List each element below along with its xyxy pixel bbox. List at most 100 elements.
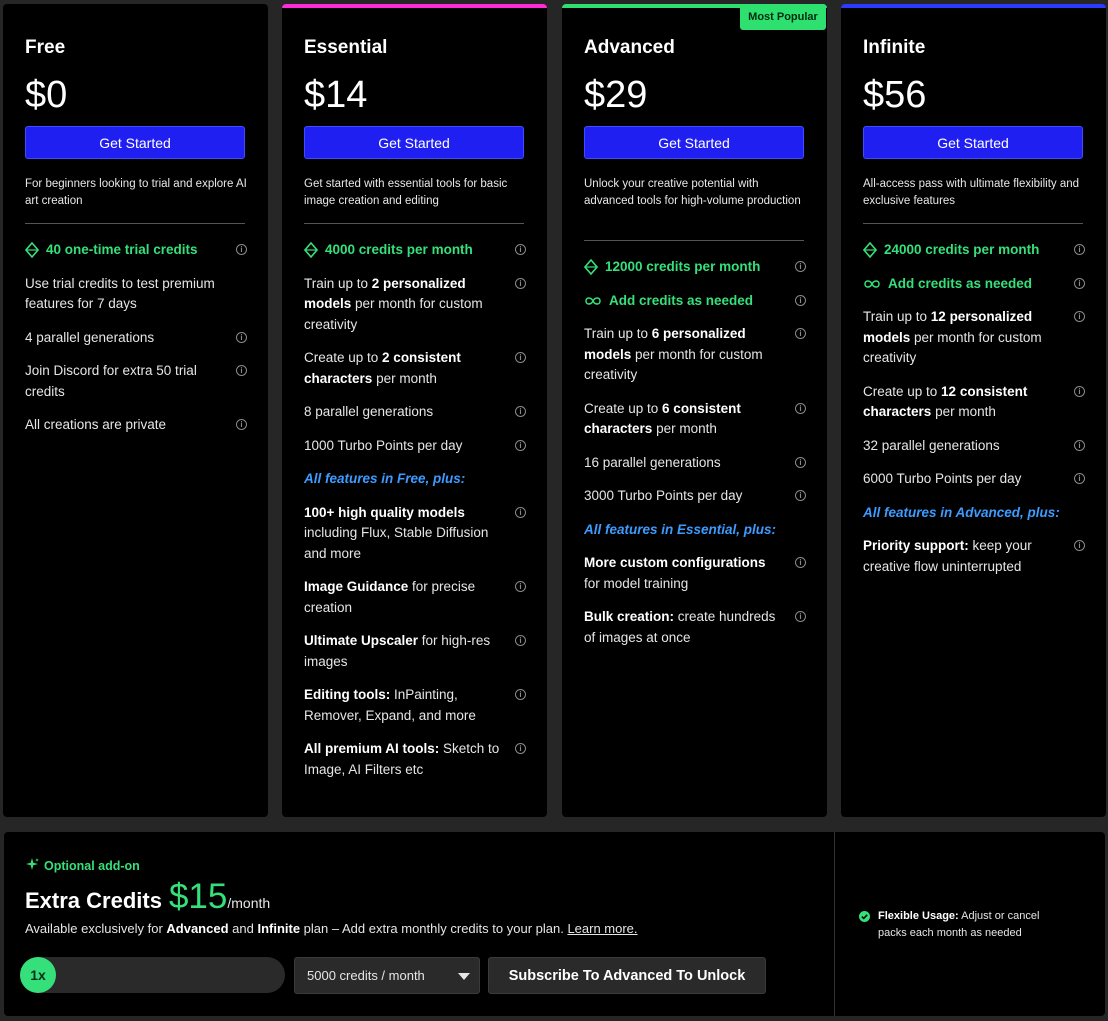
add-credits-feature: Add credits as needed i bbox=[863, 274, 1085, 295]
info-icon[interactable]: i bbox=[1074, 540, 1085, 551]
info-icon[interactable]: i bbox=[515, 506, 526, 518]
feature-text: 16 parallel generations bbox=[584, 454, 721, 470]
feature-item: More custom configurations for model tra… bbox=[584, 553, 806, 594]
info-icon[interactable]: i bbox=[515, 743, 526, 754]
credit-multiplier-slider[interactable]: 1x bbox=[20, 957, 285, 993]
info-icon[interactable]: i bbox=[236, 419, 247, 430]
info-icon[interactable]: i bbox=[1074, 385, 1085, 397]
plan-price: $14 bbox=[304, 74, 368, 116]
most-popular-badge: Most Popular bbox=[740, 4, 826, 30]
plan-description: For beginners looking to trial and explo… bbox=[25, 178, 247, 207]
info-icon[interactable]: i bbox=[236, 244, 247, 255]
feature-item: Train up to 2 personalized models per mo… bbox=[304, 274, 526, 336]
feature-text: per month bbox=[931, 404, 996, 419]
info-icon[interactable]: i bbox=[1074, 473, 1085, 484]
check-circle-icon bbox=[859, 911, 870, 942]
feature-item: 1000 Turbo Points per day i bbox=[304, 436, 526, 457]
note-bold: Flexible Usage: bbox=[878, 910, 959, 922]
info-icon[interactable]: i bbox=[515, 406, 526, 417]
feature-highlight: Bulk creation: bbox=[584, 609, 675, 624]
info-icon[interactable]: i bbox=[515, 244, 526, 255]
feature-list: 4000 credits per month i Train up to 2 p… bbox=[304, 240, 526, 793]
feature-item: 32 parallel generations i bbox=[863, 436, 1085, 457]
credits-feature: 24000 credits per month i bbox=[863, 240, 1085, 261]
feature-text: All creations are private bbox=[25, 417, 167, 432]
plan-price: $0 bbox=[25, 74, 68, 116]
feature-highlight: More custom configurations bbox=[584, 555, 766, 570]
accent-bar bbox=[282, 4, 547, 8]
extra-credits-heading: Extra Credits $15 /month bbox=[25, 877, 270, 917]
feature-item: 100+ high quality models including Flux,… bbox=[304, 503, 526, 565]
plan-card-essential: Essential $14 Get Started Get started wi… bbox=[282, 4, 547, 817]
flexible-usage-text: Flexible Usage: Adjust or cancel packs e… bbox=[878, 908, 1069, 942]
credits-feature: 4000 credits per month i bbox=[304, 240, 526, 261]
info-icon[interactable]: i bbox=[236, 365, 247, 376]
diamond-icon bbox=[25, 242, 39, 259]
learn-more-link[interactable]: Learn more. bbox=[567, 921, 637, 936]
credits-feature: 40 one-time trial credits i bbox=[25, 240, 247, 261]
feature-text: Create up to bbox=[863, 383, 942, 399]
feature-text: 8 parallel generations bbox=[304, 404, 434, 419]
info-icon[interactable]: i bbox=[795, 261, 806, 272]
feature-item: Create up to 2 consistent characters per… bbox=[304, 348, 526, 389]
feature-item: 6000 Turbo Points per day i bbox=[863, 469, 1085, 490]
feature-text: 3000 Turbo Points per day bbox=[584, 488, 743, 503]
feature-item: 4 parallel generations i bbox=[25, 328, 247, 349]
info-icon[interactable]: i bbox=[795, 557, 806, 568]
section-heading: All features in Advanced, plus: bbox=[863, 504, 1060, 520]
info-icon[interactable]: i bbox=[795, 402, 806, 414]
info-icon[interactable]: i bbox=[515, 689, 526, 700]
get-started-button[interactable]: Get Started bbox=[863, 126, 1083, 159]
feature-text: Create up to bbox=[304, 350, 383, 365]
info-icon[interactable]: i bbox=[515, 581, 526, 592]
feature-item: All premium AI tools: Sketch to Image, A… bbox=[304, 739, 526, 780]
info-icon[interactable]: i bbox=[236, 331, 247, 343]
feature-item: 3000 Turbo Points per day i bbox=[584, 486, 806, 507]
add-credits-label: Add credits as needed bbox=[609, 292, 754, 308]
divider bbox=[863, 223, 1083, 224]
get-started-button[interactable]: Get Started bbox=[584, 126, 804, 159]
slider-handle[interactable]: 1x bbox=[20, 957, 56, 993]
info-icon[interactable]: i bbox=[1074, 311, 1085, 322]
get-started-button[interactable]: Get Started bbox=[25, 126, 245, 159]
desc-text: plan – Add extra monthly credits to your… bbox=[300, 921, 568, 936]
feature-text: Create up to bbox=[584, 400, 663, 416]
infinity-icon bbox=[863, 279, 881, 289]
info-icon[interactable]: i bbox=[795, 611, 806, 622]
plan-price: $56 bbox=[863, 74, 927, 116]
info-icon[interactable]: i bbox=[1074, 277, 1085, 289]
feature-item: 16 parallel generations i bbox=[584, 453, 806, 474]
feature-item: Ultimate Upscaler for high-res images i bbox=[304, 631, 526, 672]
info-icon[interactable]: i bbox=[1074, 244, 1085, 255]
info-icon[interactable]: i bbox=[795, 490, 806, 501]
accent-bar bbox=[841, 4, 1106, 8]
optional-addon-text: Optional add-on bbox=[44, 859, 140, 873]
flexible-usage-note: Flexible Usage: Adjust or cancel packs e… bbox=[859, 908, 1069, 942]
feature-text: including Flux, Stable Diffusion and mor… bbox=[304, 525, 489, 561]
feature-item: Bulk creation: create hundreds of images… bbox=[584, 607, 806, 648]
plan-description: Get started with essential tools for bas… bbox=[304, 178, 508, 207]
plan-card-infinite: Infinite $56 Get Started All-access pass… bbox=[841, 4, 1106, 817]
info-icon[interactable]: i bbox=[515, 635, 526, 646]
info-icon[interactable]: i bbox=[795, 328, 806, 339]
feature-item: Train up to 12 personalized models per m… bbox=[863, 307, 1085, 369]
feature-text: for model training bbox=[584, 575, 689, 591]
subscribe-button[interactable]: Subscribe To Advanced To Unlock bbox=[488, 957, 766, 994]
info-icon[interactable]: i bbox=[795, 456, 806, 468]
add-credits-feature: Add credits as needed i bbox=[584, 291, 806, 312]
addon-panel: Optional add-on Extra Credits $15 /month… bbox=[4, 832, 1105, 1016]
credits-pack-select[interactable]: 5000 credits / month bbox=[294, 957, 480, 994]
feature-text: Train up to bbox=[863, 309, 931, 324]
section-heading: All features in Essential, plus: bbox=[584, 521, 777, 537]
feature-item: Create up to 12 consistent characters pe… bbox=[863, 382, 1085, 423]
plan-description: Unlock your creative potential with adva… bbox=[584, 178, 801, 207]
info-icon[interactable]: i bbox=[795, 294, 806, 306]
get-started-button[interactable]: Get Started bbox=[304, 126, 524, 159]
plan-name: Free bbox=[25, 37, 66, 58]
feature-text: Train up to bbox=[304, 275, 372, 291]
diamond-icon bbox=[584, 259, 598, 276]
info-icon[interactable]: i bbox=[515, 277, 526, 289]
info-icon[interactable]: i bbox=[1074, 439, 1085, 451]
info-icon[interactable]: i bbox=[515, 352, 526, 363]
info-icon[interactable]: i bbox=[515, 439, 526, 451]
